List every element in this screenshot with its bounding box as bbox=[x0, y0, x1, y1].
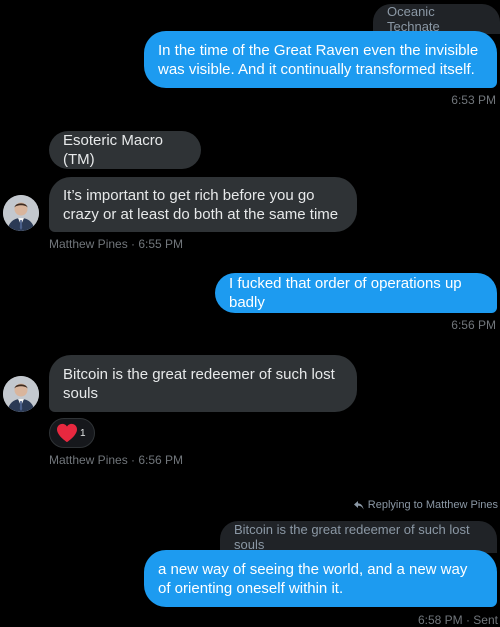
quoted-message-preview[interactable]: Bitcoin is the great redeemer of such lo… bbox=[220, 521, 497, 553]
quoted-message-preview[interactable]: Oceanic Technate bbox=[373, 4, 500, 34]
message-text: Bitcoin is the great redeemer of such lo… bbox=[63, 365, 335, 402]
avatar[interactable] bbox=[3, 195, 39, 231]
message-text: In the time of the Great Raven even the … bbox=[158, 41, 479, 78]
sent-message-bubble[interactable]: a new way of seeing the world, and a new… bbox=[144, 550, 497, 607]
sent-message-bubble[interactable]: In the time of the Great Raven even the … bbox=[144, 31, 497, 88]
received-message-bubble[interactable]: Bitcoin is the great redeemer of such lo… bbox=[49, 355, 357, 412]
message-text: I fucked that order of operations up bad… bbox=[229, 275, 462, 311]
reaction-badge[interactable]: 1 bbox=[49, 418, 95, 448]
reaction-count: 1 bbox=[80, 427, 86, 439]
quoted-message-text: Oceanic Technate bbox=[387, 4, 440, 34]
avatar[interactable] bbox=[3, 376, 39, 412]
message-timestamp: 6:56 PM bbox=[451, 318, 496, 332]
avatar-image bbox=[3, 195, 39, 231]
replying-to-text: Replying to Matthew Pines bbox=[367, 499, 498, 511]
heart-icon bbox=[57, 423, 77, 443]
reply-arrow-icon bbox=[353, 500, 364, 509]
message-timestamp: 6:53 PM bbox=[451, 93, 496, 107]
received-message-bubble[interactable]: It’s important to get rich before you go… bbox=[49, 177, 357, 232]
avatar-image bbox=[3, 376, 39, 412]
message-meta: Matthew Pines · 6:56 PM bbox=[49, 453, 184, 467]
sent-message-bubble[interactable]: I fucked that order of operations up bad… bbox=[215, 273, 497, 313]
message-text: a new way of seeing the world, and a new… bbox=[158, 560, 468, 597]
sender-display-name: Esoteric Macro (TM) bbox=[63, 132, 164, 168]
quoted-message-text: Bitcoin is the great redeemer of such lo… bbox=[234, 522, 470, 552]
replying-to-indicator[interactable]: Replying to Matthew Pines bbox=[353, 499, 498, 511]
message-meta: Matthew Pines · 6:55 PM bbox=[49, 237, 184, 251]
message-text: It’s important to get rich before you go… bbox=[63, 186, 339, 223]
sender-name-bubble[interactable]: Esoteric Macro (TM) bbox=[49, 131, 201, 169]
